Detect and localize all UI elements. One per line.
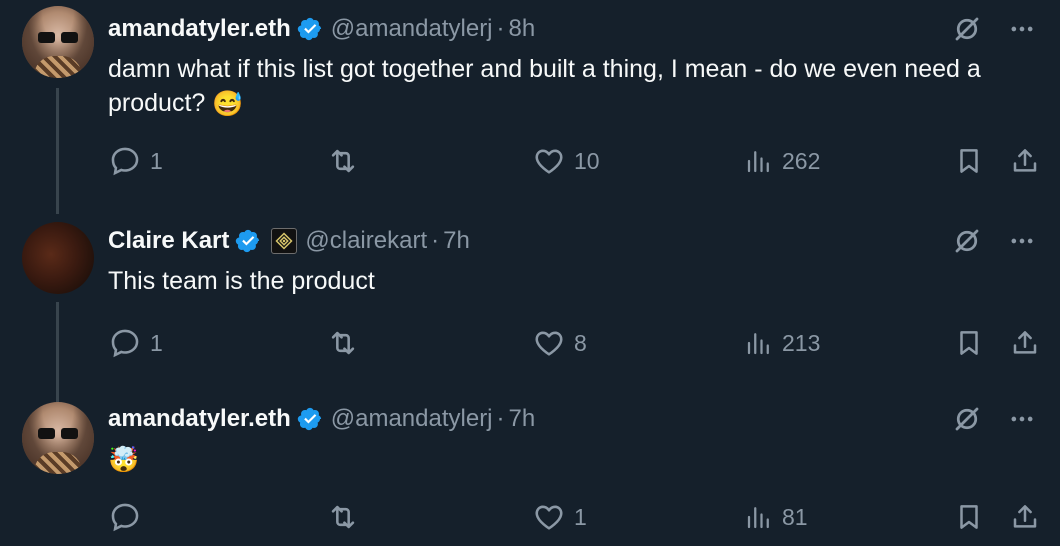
view-count: 262	[782, 147, 821, 174]
bookmark-button[interactable]	[954, 144, 984, 178]
like-count: 10	[574, 147, 600, 174]
grok-icon[interactable]	[952, 14, 982, 44]
retweet-button[interactable]	[326, 500, 368, 534]
reply-icon	[111, 147, 139, 176]
action-bar: 1 8 213	[108, 326, 1040, 360]
reply-button[interactable]: 1	[108, 326, 163, 360]
tweet-thread: amandatyler.eth @amandatylerj · 8h damn …	[0, 0, 1060, 546]
share-icon	[1013, 149, 1037, 172]
handle[interactable]: @clairekart	[305, 227, 427, 255]
verified-badge-icon	[236, 229, 260, 253]
heart-icon	[535, 505, 563, 530]
avatar[interactable]	[22, 6, 94, 78]
handle[interactable]: @amandatylerj	[331, 405, 493, 433]
tweet-1[interactable]: amandatyler.eth @amandatylerj · 8h damn …	[0, 0, 1060, 214]
like-button[interactable]: 1	[532, 500, 587, 534]
retweet-icon	[331, 149, 355, 173]
separator: ·	[496, 15, 505, 42]
like-count: 8	[574, 329, 587, 356]
views-icon	[747, 333, 769, 355]
affiliate-badge-icon[interactable]	[271, 228, 298, 254]
avatar[interactable]	[22, 222, 94, 294]
grok-icon[interactable]	[952, 226, 982, 256]
share-button[interactable]	[1010, 500, 1040, 534]
thread-line	[56, 88, 59, 214]
separator: ·	[431, 227, 440, 254]
view-count: 213	[782, 329, 821, 356]
sweat-smile-emoji: 😅	[212, 90, 244, 119]
bookmark-icon	[960, 505, 978, 529]
share-icon	[1013, 331, 1037, 354]
views-button[interactable]: 213	[744, 326, 820, 360]
like-button[interactable]: 8	[532, 326, 587, 360]
share-icon	[1013, 505, 1037, 528]
more-icon[interactable]	[1008, 15, 1036, 43]
bookmark-button[interactable]	[954, 326, 984, 360]
reply-button[interactable]: 1	[108, 144, 163, 178]
exploding-head-emoji: 🤯	[108, 446, 140, 475]
view-count: 81	[782, 503, 808, 530]
display-name[interactable]: Claire Kart	[108, 227, 229, 255]
bookmark-icon	[960, 149, 978, 173]
views-button[interactable]: 262	[744, 144, 820, 178]
like-button[interactable]: 10	[532, 144, 600, 178]
heart-icon	[535, 149, 563, 174]
display-name[interactable]: amandatyler.eth	[108, 15, 291, 43]
tweet-2[interactable]: Claire Kart @clairekart · 7h This team i…	[0, 200, 1060, 410]
display-name[interactable]: amandatyler.eth	[108, 405, 291, 433]
views-icon	[747, 151, 769, 173]
heart-icon	[535, 331, 563, 356]
verified-badge-icon	[297, 407, 321, 431]
like-count: 1	[574, 503, 587, 530]
handle[interactable]: @amandatylerj	[331, 15, 493, 43]
views-button[interactable]: 81	[744, 500, 808, 534]
tweet-text: 🤯	[108, 442, 1040, 477]
reply-count: 1	[150, 147, 163, 174]
more-icon[interactable]	[1008, 227, 1036, 255]
share-button[interactable]	[1010, 144, 1040, 178]
tweet-text: damn what if this list got together and …	[108, 52, 1040, 121]
reply-icon	[111, 503, 139, 532]
action-bar: 1 10 262	[108, 144, 1040, 178]
reply-count: 1	[150, 329, 163, 356]
reply-button[interactable]	[108, 500, 150, 534]
reply-icon	[111, 329, 139, 358]
tweet-text: This team is the product	[108, 267, 375, 295]
avatar[interactable]	[22, 402, 94, 474]
retweet-icon	[331, 505, 355, 529]
share-button[interactable]	[1010, 326, 1040, 360]
retweet-button[interactable]	[326, 326, 368, 360]
grok-icon[interactable]	[952, 404, 982, 434]
timestamp[interactable]: 8h	[509, 15, 536, 43]
views-icon	[747, 507, 769, 529]
action-bar: 1 81	[108, 500, 1040, 534]
timestamp[interactable]: 7h	[443, 227, 470, 255]
retweet-icon	[331, 331, 355, 355]
tweet-3[interactable]: amandatyler.eth @amandatylerj · 7h 🤯 1 8…	[0, 380, 1060, 546]
bookmark-button[interactable]	[954, 500, 984, 534]
verified-badge-icon	[297, 17, 321, 41]
bookmark-icon	[960, 331, 978, 355]
retweet-button[interactable]	[326, 144, 368, 178]
more-icon[interactable]	[1008, 405, 1036, 433]
timestamp[interactable]: 7h	[509, 405, 536, 433]
separator: ·	[496, 405, 505, 432]
